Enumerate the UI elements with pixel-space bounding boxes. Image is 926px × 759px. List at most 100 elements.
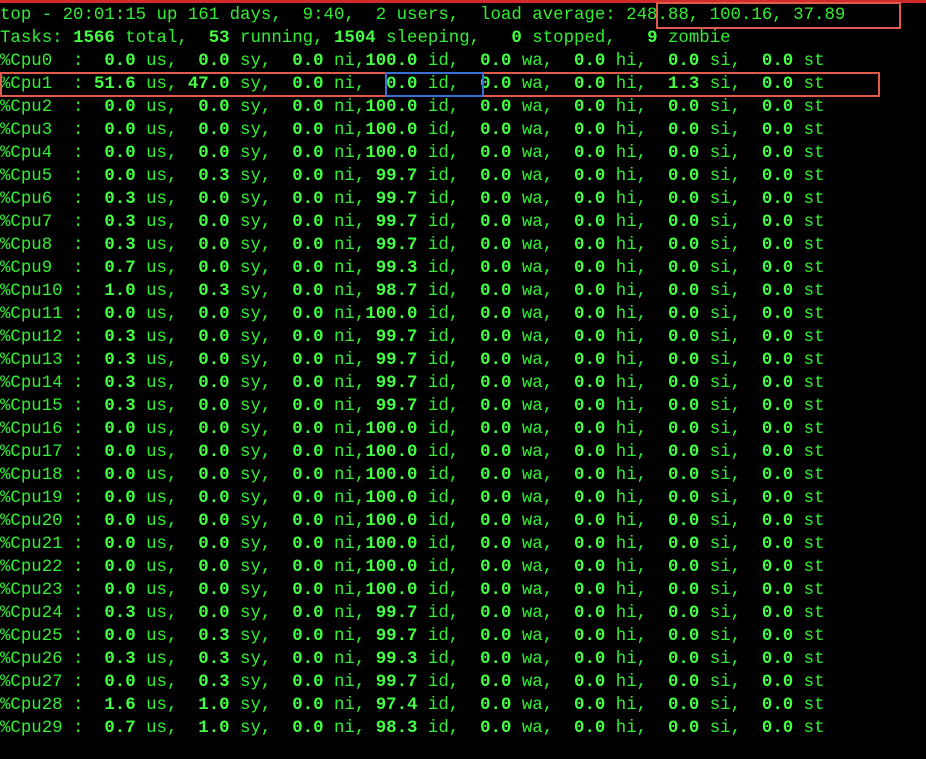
tasks-zombie: 9	[647, 29, 658, 48]
ni-label: ni,	[323, 604, 376, 623]
cpu-row: %Cpu12 : 0.3 us, 0.0 sy, 0.0 ni, 99.7 id…	[0, 326, 845, 349]
cpu-id-value: 100.0	[365, 443, 418, 462]
cpu-hi-value: 0.0	[563, 650, 606, 669]
cpu-row: %Cpu1 : 51.6 us, 47.0 sy, 0.0 ni, 0.0 id…	[0, 73, 845, 96]
cpu-si-value: 0.0	[657, 121, 700, 140]
cpu-name: %Cpu12 :	[0, 328, 94, 347]
sy-label: sy,	[229, 604, 282, 623]
hi-label: hi,	[605, 512, 658, 531]
cpu-wa-value: 0.0	[469, 351, 512, 370]
terminal-window[interactable]: top - 20:01:15 up 161 days, 9:40, 2 user…	[0, 0, 926, 759]
cpu-us-value: 0.0	[93, 512, 136, 531]
cpu-name: %Cpu11 :	[0, 305, 94, 324]
uptime-text: top - 20:01:15 up 161 days, 9:40, 2 user…	[0, 6, 627, 25]
hi-label: hi,	[605, 673, 658, 692]
cpu-si-value: 0.0	[657, 558, 700, 577]
cpu-hi-value: 0.0	[563, 420, 606, 439]
cpu-hi-value: 0.0	[563, 190, 606, 209]
cpu-hi-value: 0.0	[563, 581, 606, 600]
cpu-ni-value: 0.0	[281, 190, 324, 209]
cpu-id-value: 100.0	[365, 581, 418, 600]
cpu-row: %Cpu13 : 0.3 us, 0.0 sy, 0.0 ni, 99.7 id…	[0, 349, 845, 372]
si-label: si,	[699, 236, 752, 255]
cpu-name: %Cpu10 :	[0, 282, 94, 301]
ni-label: ni,	[323, 167, 376, 186]
us-label: us,	[135, 190, 188, 209]
cpu-si-value: 0.0	[657, 397, 700, 416]
us-label: us,	[135, 305, 188, 324]
tasks-sleeping: 1504	[334, 29, 376, 48]
cpu-id-value: 100.0	[365, 305, 418, 324]
sy-label: sy,	[229, 236, 282, 255]
cpu-ni-value: 0.0	[281, 627, 324, 646]
sy-label: sy,	[229, 696, 282, 715]
cpu-si-value: 0.0	[657, 673, 700, 692]
hi-label: hi,	[605, 305, 658, 324]
hi-label: hi,	[605, 374, 658, 393]
us-label: us,	[135, 627, 188, 646]
hi-label: hi,	[605, 236, 658, 255]
ni-label: ni,	[323, 558, 366, 577]
cpu-ni-value: 0.0	[281, 604, 324, 623]
cpu-si-value: 0.0	[657, 328, 700, 347]
cpu-name: %Cpu17 :	[0, 443, 94, 462]
cpu-st-value: 0.0	[751, 420, 794, 439]
cpu-si-value: 0.0	[657, 259, 700, 278]
cpu-ni-value: 0.0	[281, 52, 324, 71]
wa-label: wa,	[511, 305, 564, 324]
cpu-us-value: 1.6	[93, 696, 136, 715]
us-label: us,	[135, 650, 188, 669]
hi-label: hi,	[605, 98, 658, 117]
cpu-id-value: 99.7	[375, 374, 418, 393]
hi-label: hi,	[605, 328, 658, 347]
tasks-total-label: total,	[114, 29, 209, 48]
hi-label: hi,	[605, 397, 658, 416]
cpu-row: %Cpu17 : 0.0 us, 0.0 sy, 0.0 ni,100.0 id…	[0, 441, 845, 464]
cpu-hi-value: 0.0	[563, 328, 606, 347]
cpu-wa-value: 0.0	[469, 443, 512, 462]
cpu-hi-value: 0.0	[563, 696, 606, 715]
us-label: us,	[135, 98, 188, 117]
cpu-name: %Cpu0 :	[0, 52, 94, 71]
cpu-row: %Cpu4 : 0.0 us, 0.0 sy, 0.0 ni,100.0 id,…	[0, 142, 845, 165]
cpu-st-value: 0.0	[751, 466, 794, 485]
cpu-hi-value: 0.0	[563, 627, 606, 646]
cpu-sy-value: 0.3	[187, 627, 230, 646]
sy-label: sy,	[229, 374, 282, 393]
si-label: si,	[699, 282, 752, 301]
us-label: us,	[135, 213, 188, 232]
st-label: st	[793, 144, 825, 163]
cpu-name: %Cpu1 :	[0, 75, 94, 94]
cpu-st-value: 0.0	[751, 213, 794, 232]
id-label: id,	[417, 673, 470, 692]
hi-label: hi,	[605, 719, 658, 738]
wa-label: wa,	[511, 213, 564, 232]
cpu-st-value: 0.0	[751, 397, 794, 416]
tasks-stopped: 0	[511, 29, 522, 48]
st-label: st	[793, 167, 825, 186]
sy-label: sy,	[229, 282, 282, 301]
wa-label: wa,	[511, 719, 564, 738]
st-label: st	[793, 397, 825, 416]
si-label: si,	[699, 512, 752, 531]
cpu-us-value: 1.0	[93, 282, 136, 301]
cpu-name: %Cpu14 :	[0, 374, 94, 393]
id-label: id,	[417, 443, 470, 462]
st-label: st	[793, 696, 825, 715]
cpu-row: %Cpu19 : 0.0 us, 0.0 sy, 0.0 ni,100.0 id…	[0, 487, 845, 510]
st-label: st	[793, 558, 825, 577]
us-label: us,	[135, 696, 188, 715]
cpu-id-value: 99.7	[375, 236, 418, 255]
hi-label: hi,	[605, 581, 658, 600]
cpu-sy-value: 0.0	[187, 259, 230, 278]
us-label: us,	[135, 443, 188, 462]
cpu-hi-value: 0.0	[563, 236, 606, 255]
cpu-hi-value: 0.0	[563, 305, 606, 324]
cpu-id-value: 99.7	[375, 190, 418, 209]
id-label: id,	[417, 420, 470, 439]
cpu-si-value: 0.0	[657, 190, 700, 209]
cpu-st-value: 0.0	[751, 374, 794, 393]
us-label: us,	[135, 512, 188, 531]
cpu-row: %Cpu15 : 0.3 us, 0.0 sy, 0.0 ni, 99.7 id…	[0, 395, 845, 418]
cpu-us-value: 0.0	[93, 627, 136, 646]
